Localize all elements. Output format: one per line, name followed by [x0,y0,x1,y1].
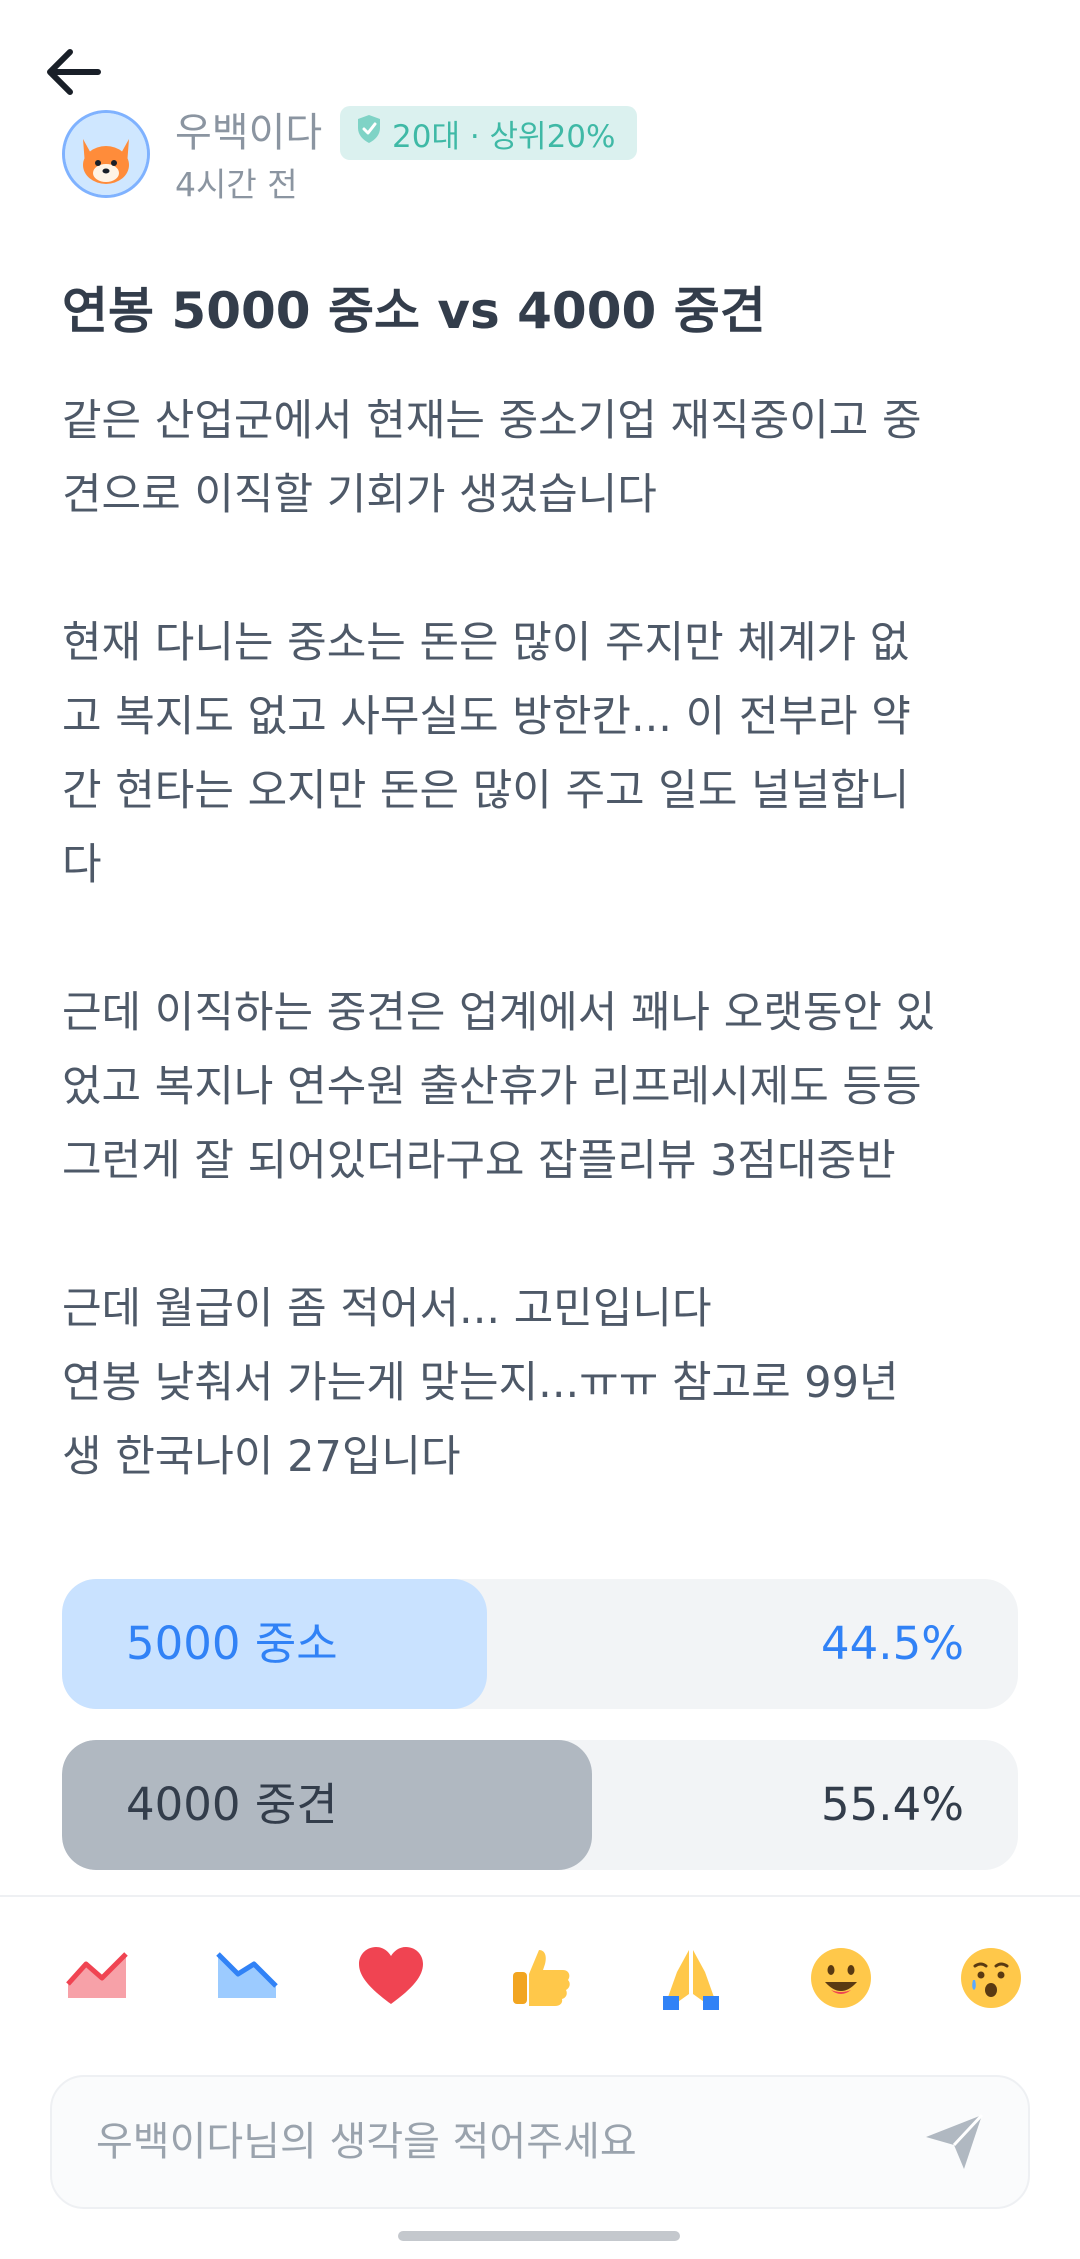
poll-option-4000[interactable]: 4000 중견 55.4% [62,1740,1018,1870]
poll-option-label: 4000 중견 [126,1778,338,1831]
poll-option-percent: 44.5% [821,1617,964,1670]
shield-icon [356,114,382,152]
smile-icon[interactable] [805,1942,877,2014]
chart-up-icon[interactable] [62,1942,134,2014]
send-icon[interactable] [920,2107,988,2175]
back-arrow-icon[interactable] [42,40,114,104]
user-badge: 20대 · 상위20% [340,106,638,160]
poll-option-5000[interactable]: 5000 중소 44.5% [62,1579,1018,1709]
divider [0,1895,1080,1897]
thumbs-up-icon[interactable] [505,1942,577,2014]
post-title: 연봉 5000 중소 vs 4000 중견 [62,282,766,340]
home-indicator [398,2231,680,2241]
chart-down-icon[interactable] [212,1942,284,2014]
poll-option-percent: 55.4% [821,1778,964,1831]
sad-icon[interactable] [955,1942,1027,2014]
post-content: 같은 산업군에서 현재는 중소기업 재직중이고 중 견으로 이직할 기회가 생겼… [62,396,936,1482]
pray-icon[interactable] [655,1942,727,2014]
badge-text: 20대 · 상위20% [392,118,616,155]
avatar[interactable] [62,110,150,198]
heart-icon[interactable] [355,1942,427,2014]
comment-placeholder: 우백이다님의 생각을 적어주세요 [96,2119,637,2165]
poll-option-label: 5000 중소 [126,1617,338,1670]
author-name[interactable]: 우백이다 [175,108,322,158]
reaction-bar [0,1942,1080,2022]
comment-input[interactable]: 우백이다님의 생각을 적어주세요 [50,2075,1030,2209]
post-time: 4시간 전 [175,165,298,204]
